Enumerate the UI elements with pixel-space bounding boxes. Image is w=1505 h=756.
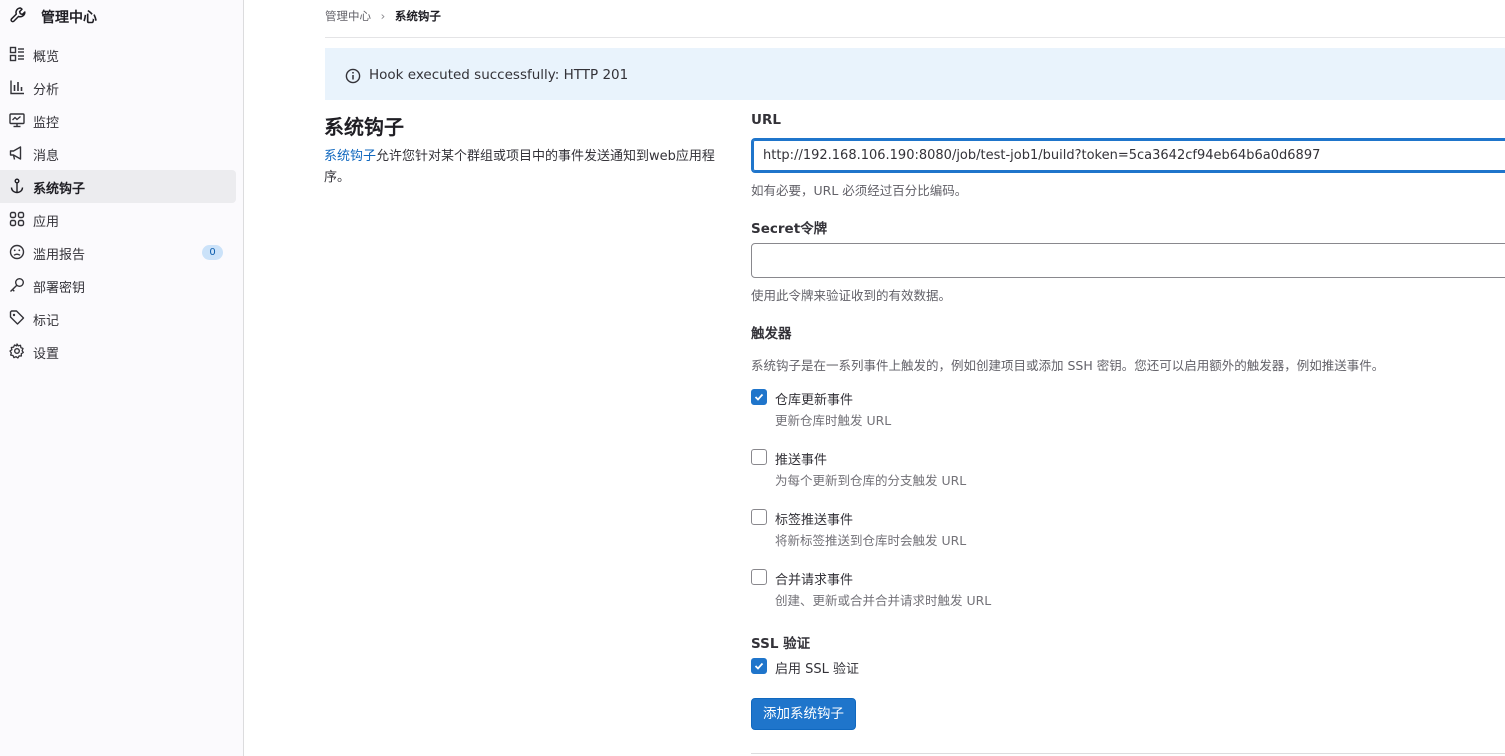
abuse-icon bbox=[9, 244, 25, 260]
sidebar-item-label: 分析 bbox=[33, 83, 60, 98]
push-events-checkbox[interactable] bbox=[751, 449, 767, 465]
sidebar-item-label: 监控 bbox=[33, 116, 60, 131]
sidebar-item-system-hooks[interactable]: 系统钩子 bbox=[0, 170, 236, 203]
label-icon bbox=[9, 310, 25, 326]
secret-token-label: Secret令牌 bbox=[751, 221, 828, 237]
alert-message: Hook executed successfully: HTTP 201 bbox=[369, 67, 629, 83]
sidebar-item-labels[interactable]: 标记 bbox=[0, 302, 236, 335]
sidebar-item-applications[interactable]: 应用 bbox=[0, 203, 236, 236]
ssl-verification-label: SSL 验证 bbox=[751, 636, 811, 652]
analytics-icon bbox=[9, 79, 25, 95]
form-divider bbox=[751, 753, 1505, 754]
push-events-label[interactable]: 推送事件 bbox=[775, 449, 827, 468]
hook-icon bbox=[9, 178, 25, 194]
page-description: 系统钩子允许您针对某个群组或项目中的事件发送通知到web应用程序。 bbox=[324, 146, 724, 188]
sidebar-nav: 概览 分析 监控 消息 系统钩子 应用 滥用报告 0 部署密钥 标记 设置 bbox=[0, 38, 244, 368]
sidebar-item-monitor[interactable]: 监控 bbox=[0, 104, 236, 137]
sidebar-item-overview[interactable]: 概览 bbox=[0, 38, 236, 71]
breadcrumb-divider bbox=[325, 37, 1505, 38]
repository-update-label[interactable]: 仓库更新事件 bbox=[775, 389, 853, 408]
breadcrumb-current: 系统钩子 bbox=[394, 9, 441, 23]
triggers-help: 系统钩子是在一系列事件上触发的，例如创建项目或添加 SSH 密钥。您还可以启用额… bbox=[751, 358, 1385, 373]
breadcrumb: 管理中心 › 系统钩子 bbox=[325, 8, 441, 24]
sidebar-item-settings[interactable]: 设置 bbox=[0, 335, 236, 368]
success-alert: Hook executed successfully: HTTP 201 bbox=[325, 48, 1505, 100]
enable-ssl-checkbox[interactable] bbox=[751, 658, 767, 674]
merge-request-events-checkbox[interactable] bbox=[751, 569, 767, 585]
sidebar-item-label: 滥用报告 bbox=[33, 248, 86, 263]
applications-icon bbox=[9, 211, 25, 227]
sidebar-item-label: 设置 bbox=[33, 347, 60, 362]
sidebar-item-label: 概览 bbox=[33, 50, 60, 65]
sidebar-item-abuse-reports[interactable]: 滥用报告 0 bbox=[0, 236, 236, 269]
count-badge: 0 bbox=[202, 245, 223, 260]
breadcrumb-parent-link[interactable]: 管理中心 bbox=[325, 9, 371, 23]
overview-icon bbox=[9, 46, 25, 62]
merge-request-events-label[interactable]: 合并请求事件 bbox=[775, 569, 853, 588]
sidebar-item-messages[interactable]: 消息 bbox=[0, 137, 236, 170]
url-help: 如有必要，URL 必须经过百分比编码。 bbox=[751, 183, 968, 198]
sidebar: 管理中心 概览 分析 监控 消息 系统钩子 应用 滥用报告 0 部署密钥 标记 … bbox=[0, 0, 244, 756]
sidebar-item-label: 应用 bbox=[33, 215, 60, 230]
monitor-icon bbox=[9, 112, 25, 128]
sidebar-item-analytics[interactable]: 分析 bbox=[0, 71, 236, 104]
settings-icon bbox=[9, 343, 25, 359]
tag-push-events-checkbox[interactable] bbox=[751, 509, 767, 525]
url-label: URL bbox=[751, 112, 781, 128]
tag-push-events-help: 将新标签推送到仓库时会触发 URL bbox=[775, 533, 967, 548]
tag-push-events-label[interactable]: 标签推送事件 bbox=[775, 509, 853, 528]
checkmark-icon bbox=[754, 662, 764, 670]
page-description-text: 允许您针对某个群组或项目中的事件发送通知到web应用程序。 bbox=[324, 149, 715, 185]
checkmark-icon bbox=[754, 393, 764, 401]
add-system-hook-button[interactable]: 添加系统钩子 bbox=[751, 698, 856, 730]
push-events-help: 为每个更新到仓库的分支触发 URL bbox=[775, 473, 967, 488]
chevron-right-icon: › bbox=[380, 9, 386, 23]
messages-icon bbox=[9, 145, 25, 161]
info-icon bbox=[345, 68, 361, 84]
system-hooks-doc-link[interactable]: 系统钩子 bbox=[324, 149, 376, 164]
sidebar-header[interactable]: 管理中心 bbox=[0, 0, 244, 30]
sidebar-item-label: 部署密钥 bbox=[33, 281, 86, 296]
sidebar-item-label: 标记 bbox=[33, 314, 60, 329]
key-icon bbox=[9, 277, 25, 293]
repository-update-help: 更新仓库时触发 URL bbox=[775, 413, 892, 428]
url-input[interactable] bbox=[751, 138, 1505, 173]
secret-token-help: 使用此令牌来验证收到的有效数据。 bbox=[751, 288, 952, 303]
sidebar-item-label: 消息 bbox=[33, 149, 60, 164]
triggers-label: 触发器 bbox=[751, 326, 792, 342]
wrench-icon bbox=[6, 3, 30, 27]
repository-update-checkbox[interactable] bbox=[751, 389, 767, 405]
sidebar-item-label: 系统钩子 bbox=[33, 182, 86, 197]
enable-ssl-label[interactable]: 启用 SSL 验证 bbox=[775, 658, 859, 677]
page-title: 系统钩子 bbox=[324, 115, 404, 139]
sidebar-title: 管理中心 bbox=[41, 10, 97, 26]
sidebar-item-deploy-keys[interactable]: 部署密钥 bbox=[0, 269, 236, 302]
merge-request-events-help: 创建、更新或合并合并请求时触发 URL bbox=[775, 593, 992, 608]
secret-token-input[interactable] bbox=[751, 243, 1505, 278]
